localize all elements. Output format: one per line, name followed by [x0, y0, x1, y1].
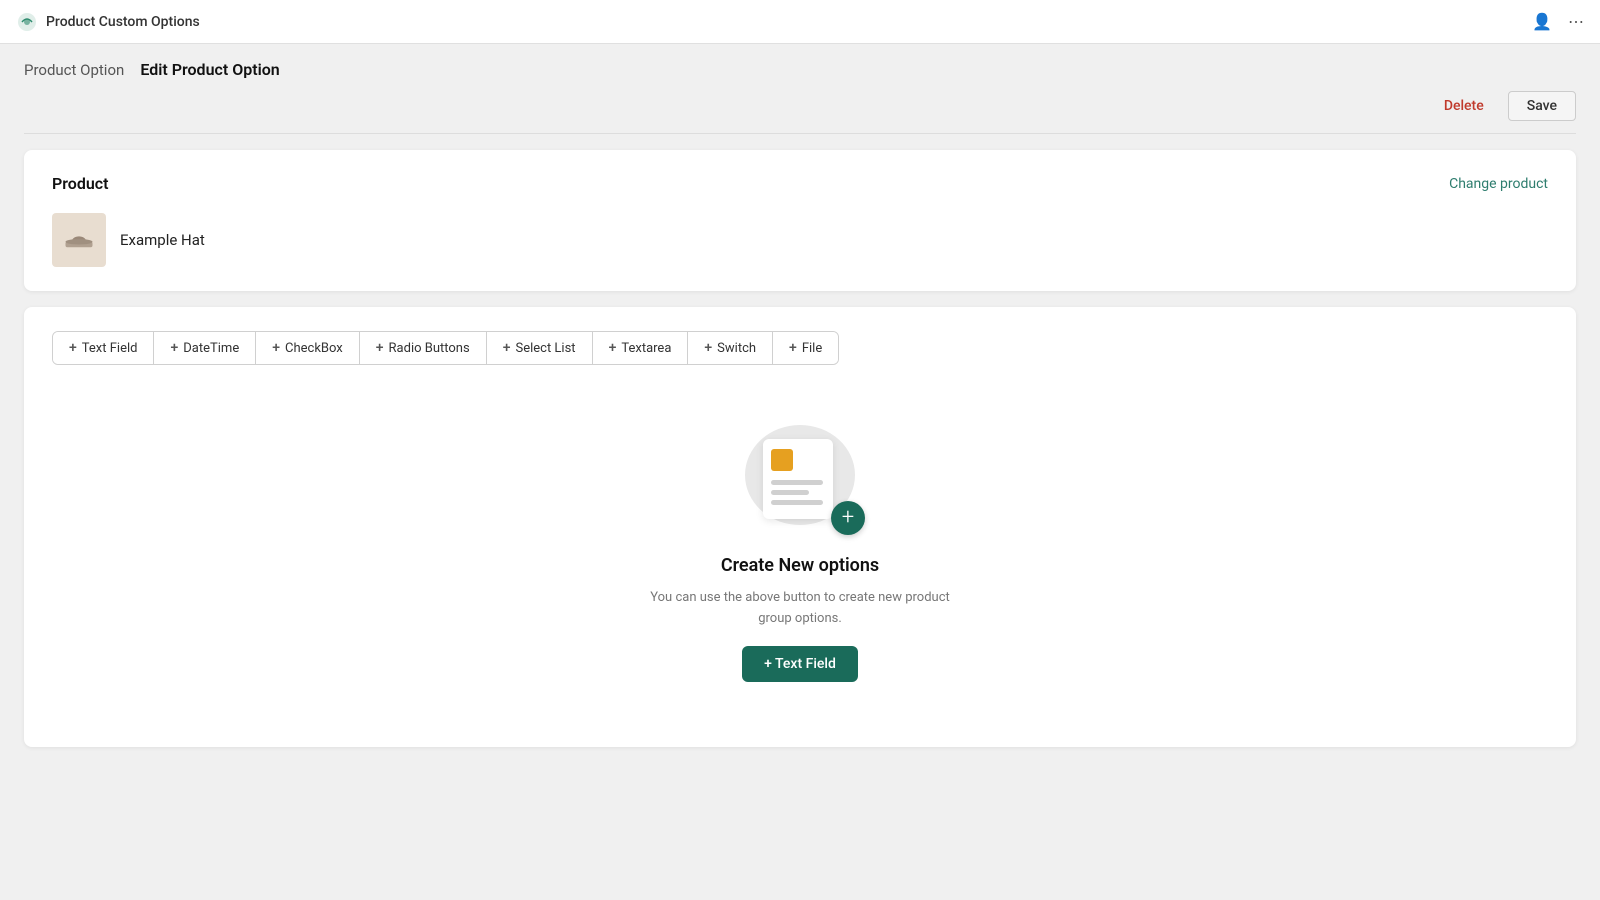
tab-plus-5: +	[609, 340, 617, 356]
tab-plus-6: +	[704, 340, 712, 356]
tab-label-2: CheckBox	[285, 341, 343, 356]
tab-plus-2: +	[272, 340, 280, 356]
save-button[interactable]: Save	[1508, 91, 1576, 121]
product-card-header: Product Change product	[52, 174, 1548, 193]
doc-line-1	[771, 480, 823, 485]
product-item: Example Hat	[52, 213, 1548, 267]
tab-label-7: File	[802, 341, 822, 356]
tab-textarea[interactable]: + Textarea	[593, 332, 689, 364]
tab-text-field[interactable]: + Text Field	[53, 332, 154, 364]
tab-plus-4: +	[503, 340, 511, 356]
plus-badge: +	[831, 501, 865, 535]
tab-select-list[interactable]: + Select List	[487, 332, 593, 364]
doc-line-2	[771, 490, 809, 495]
action-bar: Delete Save	[0, 91, 1600, 133]
tab-label-4: Select List	[515, 341, 575, 356]
tab-plus-3: +	[376, 340, 384, 356]
empty-state-description: You can use the above button to create n…	[650, 588, 950, 630]
breadcrumb-current: Edit Product Option	[140, 60, 279, 79]
tab-checkbox[interactable]: + CheckBox	[256, 332, 360, 364]
tab-bar: + Text Field + DateTime + CheckBox + Rad…	[52, 331, 839, 365]
tab-label-3: Radio Buttons	[389, 341, 470, 356]
product-section-title: Product	[52, 174, 109, 193]
doc-line-3	[771, 500, 823, 505]
top-bar-left: Product Custom Options	[16, 11, 200, 33]
product-name: Example Hat	[120, 231, 205, 249]
add-text-field-button[interactable]: + Text Field	[742, 646, 858, 682]
breadcrumb: Product Option Edit Product Option	[0, 44, 1600, 91]
delete-button[interactable]: Delete	[1430, 92, 1498, 120]
top-bar-right: 👤 ⋯	[1532, 12, 1584, 31]
tab-label-1: DateTime	[183, 341, 239, 356]
tab-label-5: Textarea	[621, 341, 671, 356]
empty-state: + Create New options You can use the abo…	[52, 405, 1548, 702]
more-icon[interactable]: ⋯	[1568, 12, 1584, 31]
doc-paper	[763, 439, 833, 519]
tab-file[interactable]: + File	[773, 332, 838, 364]
tab-plus-7: +	[789, 340, 797, 356]
user-icon[interactable]: 👤	[1532, 12, 1552, 31]
tab-switch[interactable]: + Switch	[688, 332, 773, 364]
tab-label-6: Switch	[717, 341, 756, 356]
empty-icon: +	[735, 425, 865, 535]
empty-state-title: Create New options	[721, 555, 879, 576]
main-content: Product Change product Example Hat + Tex…	[0, 150, 1600, 747]
product-card: Product Change product Example Hat	[24, 150, 1576, 291]
top-bar: Product Custom Options 👤 ⋯	[0, 0, 1600, 44]
divider	[24, 133, 1576, 134]
tab-label-0: Text Field	[82, 341, 138, 356]
app-title: Product Custom Options	[46, 14, 200, 30]
tab-plus-1: +	[170, 340, 178, 356]
options-card: + Text Field + DateTime + CheckBox + Rad…	[24, 307, 1576, 747]
change-product-link[interactable]: Change product	[1449, 176, 1548, 192]
tab-datetime[interactable]: + DateTime	[154, 332, 256, 364]
tab-radio-buttons[interactable]: + Radio Buttons	[360, 332, 487, 364]
app-icon	[16, 11, 38, 33]
product-thumbnail	[52, 213, 106, 267]
tab-plus-0: +	[69, 340, 77, 356]
breadcrumb-parent[interactable]: Product Option	[24, 61, 124, 79]
doc-orange-square	[771, 449, 793, 471]
